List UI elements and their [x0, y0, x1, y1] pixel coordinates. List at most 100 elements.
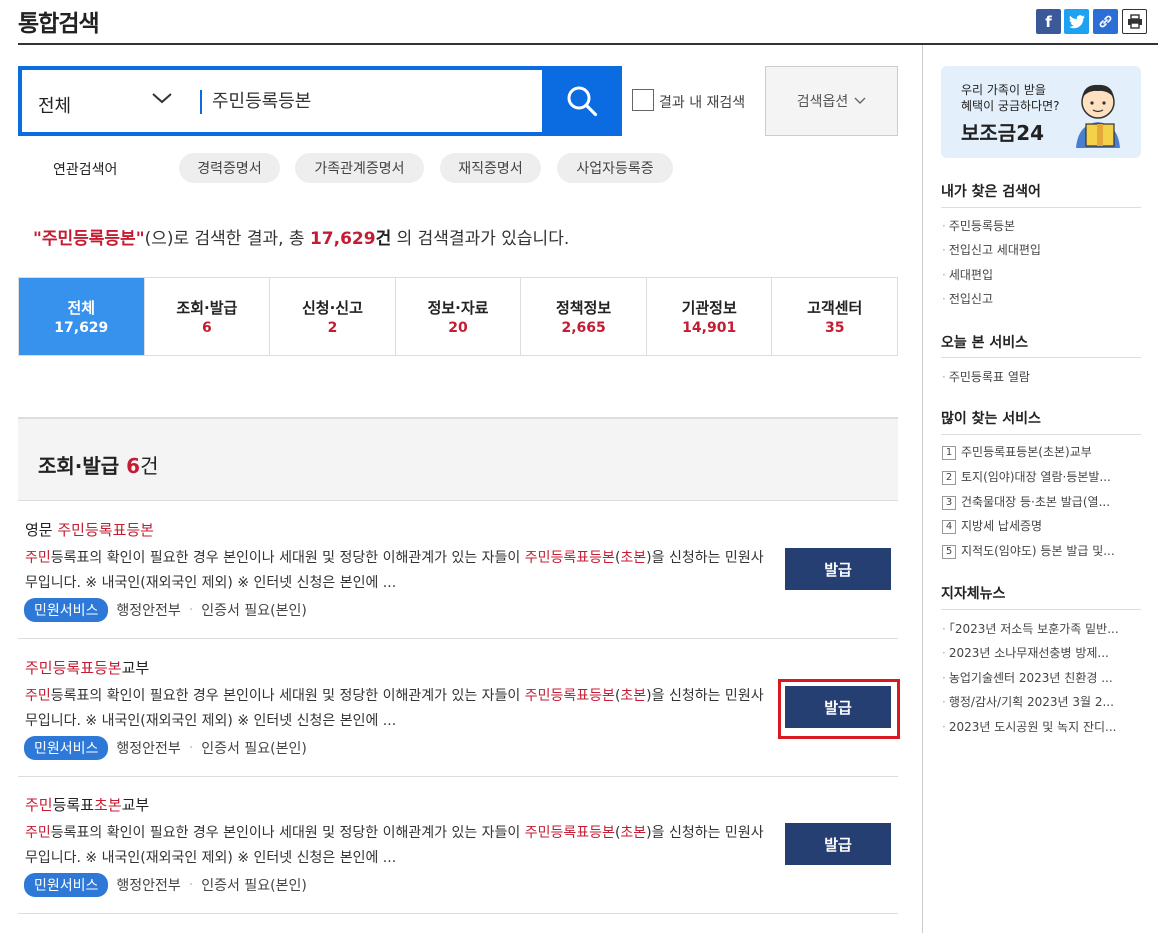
news-item[interactable]: · 「2023년 저소득 보훈가족 밑반... [942, 620, 1119, 637]
popular-service-item[interactable]: 1 주민등록표등본(초본)교부 [942, 443, 1092, 460]
search-options-button[interactable]: 검색옵션 [765, 66, 898, 136]
popular-service-label: 주민등록표등본(초본)교부 [961, 445, 1092, 459]
sidebar-divider [941, 207, 1141, 208]
popular-service-item[interactable]: 3 건축물대장 등·초본 발급(열... [942, 493, 1110, 510]
section-title: 조회·발급 6건 [38, 450, 159, 479]
desc-highlight: 주민등록표등본 [524, 550, 615, 566]
result-description: 주민등록표의 확인이 필요한 경우 본인이나 세대원 및 정당한 이해관계가 있… [25, 821, 767, 871]
twitter-share-icon[interactable] [1064, 9, 1089, 34]
character-holding-box-icon [1076, 84, 1120, 148]
search-scope-select[interactable]: 전체 [38, 92, 71, 118]
desc-highlight: 초본 [620, 825, 647, 841]
meta-separator: · [188, 740, 194, 756]
my-search-label: 전입신고 [948, 292, 993, 306]
related-chip[interactable]: 사업자등록증 [557, 153, 673, 183]
service-badge: 민원서비스 [24, 736, 109, 760]
desc-text: 등록표의 확인이 필요한 경우 본인이나 세대원 및 정당한 이해관계가 있는 … [50, 550, 525, 566]
news-item[interactable]: · 2023년 도시공원 및 녹지 잔디... [942, 718, 1116, 735]
agency-label: 행정안전부 [116, 878, 181, 894]
link-copy-icon[interactable] [1093, 9, 1118, 34]
rank-number: 4 [942, 519, 956, 534]
agency-label: 행정안전부 [116, 603, 181, 619]
meta-separator: · [188, 877, 194, 893]
section-title-text: 조회·발급 [38, 454, 120, 478]
research-checkbox[interactable] [632, 89, 654, 111]
tab-count: 14,901 [682, 320, 737, 336]
tab-count: 2 [327, 320, 338, 336]
result-title[interactable]: 주민등록표등본교부 [25, 657, 149, 678]
facebook-share-icon[interactable]: f [1036, 9, 1061, 34]
rank-number: 5 [942, 544, 956, 559]
issue-button[interactable]: 발급 [785, 686, 891, 728]
tab-count: 6 [201, 320, 212, 336]
issue-button[interactable]: 발급 [785, 823, 891, 865]
my-search-item[interactable]: · 주민등록등본 [942, 217, 1015, 234]
result-title[interactable]: 주민등록표초본교부 [25, 794, 149, 815]
banner-brand: 보조금24 [961, 121, 1045, 145]
today-viewed-label: 주민등록표 열람 [948, 370, 1030, 384]
today-viewed-item[interactable]: · 주민등록표 열람 [942, 368, 1030, 385]
desc-highlight: 주민 [25, 825, 51, 841]
banner-text: 우리 가족이 받을 혜택이 궁금하다면? [961, 82, 1060, 114]
tab-application-report[interactable]: 신청·신고 2 [269, 278, 395, 355]
sidebar-divider [941, 609, 1141, 610]
title-highlight: 주민등록표등본 [25, 659, 122, 677]
search-box: 전체 [18, 66, 622, 136]
summary-text: 의 검색결과가 있습니다. [391, 229, 570, 249]
cert-label: 인증서 필요(본인) [201, 741, 307, 757]
tab-inquiry-issue[interactable]: 조회·발급 6 [143, 278, 270, 355]
related-chip[interactable]: 경력증명서 [179, 153, 280, 183]
category-tabs: 전체 17,629 조회·발급 6 신청·신고 2 정보·자료 20 정책정보 2,665… [18, 277, 898, 356]
popular-service-item[interactable]: 2 토지(임야)대장 열람·등본발... [942, 468, 1111, 485]
search-button[interactable] [542, 66, 622, 136]
tab-customer-center[interactable]: 고객센터 35 [771, 278, 897, 355]
my-search-item[interactable]: · 전입신고 세대편입 [942, 241, 1041, 258]
summary-count: 17,629 [309, 229, 376, 249]
title-highlight: 주민 [25, 796, 53, 814]
issue-button[interactable]: 발급 [785, 548, 891, 590]
research-label: 결과 내 재검색 [659, 95, 746, 111]
service-badge: 민원서비스 [24, 598, 109, 622]
popular-service-item[interactable]: 4 지방세 납세증명 [942, 517, 1042, 534]
search-input[interactable] [212, 89, 542, 110]
title-highlight: 주민등록표등본 [57, 521, 154, 539]
local-news-title: 지자체뉴스 [941, 586, 1006, 602]
tab-label: 기관정보 [681, 299, 737, 317]
popular-service-item[interactable]: 5 지적도(임야도) 등본 발급 및... [942, 542, 1115, 559]
tab-agency[interactable]: 기관정보 14,901 [645, 278, 772, 355]
desc-highlight: 주민 [25, 688, 51, 704]
popular-service-label: 지적도(임야도) 등본 발급 및... [961, 544, 1115, 558]
subsidy24-banner[interactable]: 우리 가족이 받을 혜택이 궁금하다면? 보조금24 [941, 66, 1141, 158]
sidebar-divider [941, 357, 1141, 358]
tab-all[interactable]: 전체 17,629 [19, 278, 144, 355]
my-search-item[interactable]: · 세대편입 [942, 266, 993, 283]
news-item[interactable]: · 농업기술센터 2023년 친환경 ... [942, 669, 1113, 686]
tab-count: 35 [825, 320, 845, 336]
result-item: 주민등록표초본교부 주민등록표의 확인이 필요한 경우 본인이나 세대원 및 정… [18, 776, 898, 914]
result-meta: 민원서비스 행정안전부 · 인증서 필요(본인) [24, 598, 307, 622]
news-item[interactable]: · 2023년 소나무재선충병 방제... [942, 644, 1109, 661]
my-search-item[interactable]: · 전입신고 [942, 290, 993, 307]
chevron-down-icon[interactable] [150, 88, 174, 108]
cert-label: 인증서 필요(본인) [201, 603, 307, 619]
result-meta: 민원서비스 행정안전부 · 인증서 필요(본인) [24, 873, 307, 897]
result-title[interactable]: 영문 주민등록표등본 [25, 519, 154, 540]
related-chip[interactable]: 가족관계증명서 [295, 153, 424, 183]
desc-highlight: 초본 [620, 550, 647, 566]
tab-label: 조회·발급 [176, 299, 238, 317]
related-chip[interactable]: 재직증명서 [440, 153, 541, 183]
title-text: 교부 [121, 796, 150, 814]
title-text: 교부 [121, 659, 150, 677]
section-count: 6 [126, 454, 141, 478]
bullet: · [942, 243, 946, 257]
tab-policy[interactable]: 정책정보 2,665 [520, 278, 646, 355]
tab-info-data[interactable]: 정보·자료 20 [394, 278, 521, 355]
bullet: · [942, 370, 946, 384]
news-item[interactable]: · 행정/감사/기획 2023년 3월 2... [942, 693, 1114, 710]
news-label: 농업기술센터 2023년 친환경 ... [948, 671, 1113, 685]
tab-label: 정책정보 [556, 299, 612, 317]
desc-highlight: 주민등록표등본 [524, 688, 615, 704]
cert-label: 인증서 필요(본인) [201, 878, 307, 894]
news-label: 행정/감사/기획 2023년 3월 2... [948, 695, 1114, 709]
print-icon[interactable] [1122, 9, 1147, 34]
